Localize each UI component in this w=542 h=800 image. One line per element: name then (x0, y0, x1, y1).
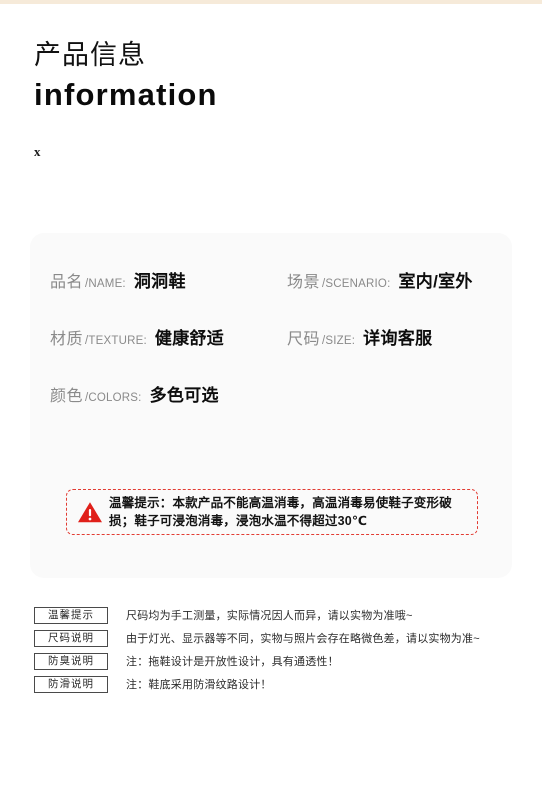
spec-value: 多色可选 (149, 386, 219, 405)
spec-item-scenario: 场景 /SCENARIO: 室内/室外 (287, 267, 498, 292)
spec-label-cn: 品名 (50, 274, 84, 291)
spec-row: 颜色 /COLORS: 多色可选 (50, 381, 498, 438)
spec-value: 健康舒适 (154, 329, 225, 348)
spec-item-size: 尺码 /SIZE: 详询客服 (287, 324, 498, 349)
note-text: 注：拖鞋设计是开放性设计，具有通透性！ (126, 656, 339, 668)
spec-grid: 品名 /NAME: 洞洞鞋 场景 /SCENARIO: 室内/室外 材质 /TE… (50, 267, 498, 438)
spec-label-en: /TEXTURE: (85, 335, 147, 347)
top-accent-band (0, 0, 542, 4)
notes-list: 温馨提示 尺码均为手工测量，实际情况因人而异，请以实物为准哦~ 尺码说明 由于灯… (34, 604, 514, 696)
warning-text: 温馨提示：本款产品不能高温消毒，高温消毒易使鞋子变形破损；鞋子可浸泡消毒，浸泡水… (109, 496, 452, 528)
note-row: 防滑说明 注：鞋底采用防滑纹路设计！ (34, 673, 514, 695)
warning-triangle-icon (67, 501, 109, 524)
spec-row: 品名 /NAME: 洞洞鞋 场景 /SCENARIO: 室内/室外 (50, 267, 498, 324)
note-row: 温馨提示 尺码均为手工测量，实际情况因人而异，请以实物为准哦~ (34, 604, 514, 626)
spec-label-en: /NAME: (85, 278, 126, 290)
spec-label-en: /SIZE: (322, 335, 356, 347)
page-title-cn: 产品信息 (34, 40, 146, 70)
note-text: 尺码均为手工测量，实际情况因人而异，请以实物为准哦~ (126, 610, 413, 622)
spec-label-en: /SCENARIO: (322, 278, 391, 290)
spec-value: 详询客服 (363, 329, 433, 348)
decorative-x-mark: x (34, 144, 41, 159)
note-tag: 尺码说明 (34, 629, 108, 647)
spec-label-en: /COLORS: (85, 392, 142, 404)
spec-label-cn: 场景 (287, 274, 321, 291)
note-tag: 防臭说明 (34, 652, 108, 670)
product-info-panel: 品名 /NAME: 洞洞鞋 场景 /SCENARIO: 室内/室外 材质 /TE… (30, 233, 512, 578)
spec-item-name: 品名 /NAME: 洞洞鞋 (50, 267, 287, 292)
page-header: 产品信息 information (34, 38, 494, 114)
spec-label-cn: 材质 (50, 331, 84, 348)
note-text: 注：鞋底采用防滑纹路设计！ (126, 679, 272, 691)
spec-label-cn: 尺码 (287, 331, 321, 348)
note-row: 防臭说明 注：拖鞋设计是开放性设计，具有通透性！ (34, 650, 514, 672)
spec-row: 材质 /TEXTURE: 健康舒适 尺码 /SIZE: 详询客服 (50, 324, 498, 381)
note-tag: 温馨提示 (34, 606, 108, 624)
spec-value: 洞洞鞋 (133, 272, 186, 291)
spec-item-texture: 材质 /TEXTURE: 健康舒适 (50, 324, 287, 349)
page-title-en: information (34, 77, 218, 112)
warning-banner: 温馨提示：本款产品不能高温消毒，高温消毒易使鞋子变形破损；鞋子可浸泡消毒，浸泡水… (66, 489, 478, 535)
spec-item-colors: 颜色 /COLORS: 多色可选 (50, 381, 287, 406)
note-row: 尺码说明 由于灯光、显示器等不同，实物与照片会存在略微色差，请以实物为准~ (34, 627, 514, 649)
spec-value: 室内/室外 (398, 272, 473, 291)
note-text: 由于灯光、显示器等不同，实物与照片会存在略微色差，请以实物为准~ (126, 633, 480, 645)
note-tag: 防滑说明 (34, 675, 108, 693)
spec-label-cn: 颜色 (50, 388, 84, 405)
